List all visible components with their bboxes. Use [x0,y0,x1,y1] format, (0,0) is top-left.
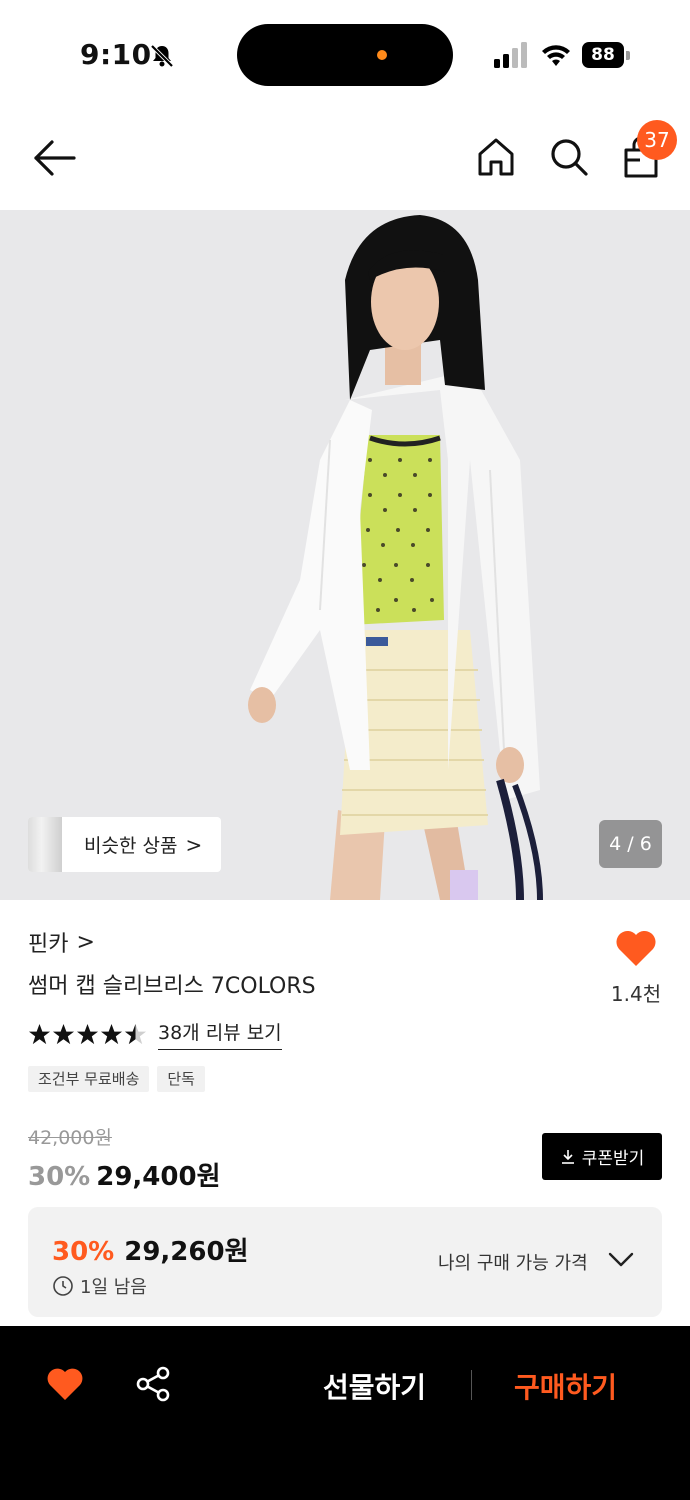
price-row: 30% 29,400원 [28,1156,221,1193]
brand-link[interactable]: 핀카 > [28,926,95,958]
star-half-icon [124,1023,147,1044]
star-rating [28,1023,148,1046]
coupon-label: 쿠폰받기 [581,1149,645,1169]
status-time: 9:10 [80,38,152,71]
clock-icon [53,1276,73,1296]
buy-button[interactable]: 구매하기 [514,1366,617,1406]
dynamic-island [237,24,453,86]
divider [471,1370,472,1400]
similar-products-button[interactable]: 비슷한 상품 > [28,817,221,872]
gift-button[interactable]: 선물하기 [323,1366,426,1406]
similar-products-thumbnail [28,817,62,872]
battery-indicator: 88 [582,42,630,68]
best-price-row: 30% 29,260원 [52,1231,249,1268]
chevron-right-icon: > [76,929,95,955]
battery-tip [626,51,630,60]
best-price-value: 29,260원 [124,1237,249,1267]
sale-price: 29,400원 [96,1162,221,1192]
home-icon[interactable] [476,136,516,178]
bottom-action-bar: 선물하기 구매하기 [0,1326,690,1500]
heart-icon[interactable] [46,1366,84,1402]
wifi-icon [542,45,570,66]
star-icon [100,1023,123,1044]
my-best-price-panel[interactable]: 30% 29,260원 1일 남음 나의 구매 가능 가격 [28,1207,662,1317]
search-icon[interactable] [548,136,590,178]
star-icon [28,1023,51,1044]
product-photo [0,210,690,900]
review-link[interactable]: 38개 리뷰 보기 [158,1018,282,1050]
chevron-right-icon: > [185,832,203,857]
rating-row: 38개 리뷰 보기 [28,1018,282,1050]
star-icon [76,1023,99,1044]
image-page-indicator: 4 / 6 [599,820,662,868]
back-arrow-icon[interactable] [32,138,78,178]
similar-products-label: 비슷한 상품 [84,835,178,857]
chevron-down-icon [608,1252,634,1267]
brand-name: 핀카 [28,932,69,957]
bell-muted-icon [150,44,174,68]
download-icon [561,1149,574,1164]
heart-icon[interactable] [614,928,658,968]
star-icon [52,1023,75,1044]
best-price-label: 나의 구매 가능 가격 [438,1253,588,1274]
best-discount-rate: 30% [52,1237,115,1267]
like-count: 1.4천 [610,982,662,1006]
product-tags: 조건부 무료배송 단독 [28,1066,213,1092]
product-image-carousel[interactable]: 비슷한 상품 > 4 / 6 [0,210,690,900]
original-price: 42,000원 [28,1127,112,1149]
cellular-signal-icon [494,42,527,68]
share-icon[interactable] [136,1366,170,1402]
discount-rate: 30% [28,1162,91,1192]
tag-exclusive: 단독 [157,1066,205,1092]
best-price-timer: 1일 남음 [52,1273,147,1299]
recording-dot [377,50,387,60]
battery-level: 88 [582,42,624,68]
like-widget: 1.4천 [604,928,668,1007]
cart-count-badge: 37 [637,120,677,160]
coupon-download-button[interactable]: 쿠폰받기 [542,1133,662,1180]
top-navigation: 37 [0,110,690,210]
tag-free-shipping: 조건부 무료배송 [28,1066,150,1092]
timer-label: 1일 남음 [80,1277,147,1298]
product-title: 썸머 캡 슬리브리스 7COLORS [28,974,316,999]
status-bar: 9:10 88 [0,0,690,110]
